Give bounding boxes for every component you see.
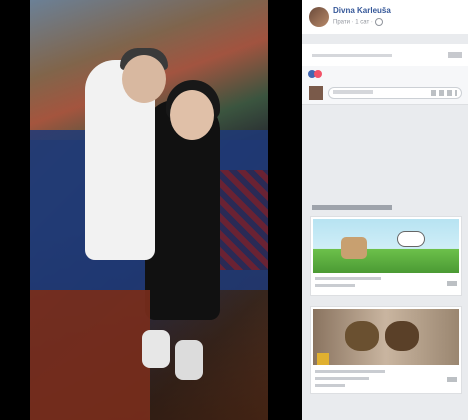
food-image bbox=[345, 321, 379, 351]
comment-placeholder bbox=[333, 90, 373, 94]
white-sneaker bbox=[142, 330, 170, 368]
white-sneaker bbox=[175, 340, 203, 380]
table-with-glasses bbox=[30, 290, 150, 420]
page-logo bbox=[317, 353, 329, 365]
comment-composer bbox=[302, 82, 468, 105]
card-action-button[interactable] bbox=[447, 281, 457, 286]
food-image bbox=[385, 321, 419, 351]
comment-attachment-icons[interactable] bbox=[431, 90, 457, 96]
post-header: Divna Karleuša Прати · 1 сат · bbox=[302, 0, 468, 34]
cartoon-cow-image bbox=[341, 237, 367, 259]
card-subtitle bbox=[315, 284, 355, 287]
card-thumbnail[interactable] bbox=[313, 219, 459, 273]
love-reaction-icon bbox=[314, 70, 322, 78]
share-button[interactable] bbox=[448, 52, 462, 58]
person-face bbox=[170, 90, 214, 140]
card-subtitle bbox=[315, 384, 345, 387]
post-action-bar bbox=[302, 44, 468, 67]
card-thumbnail[interactable] bbox=[313, 309, 459, 365]
post-meta: Прати · 1 сат · bbox=[333, 18, 383, 26]
post-side-panel: Divna Karleuša Прати · 1 сат · bbox=[302, 0, 468, 420]
card-subtitle bbox=[315, 377, 369, 380]
suggested-section-title bbox=[312, 205, 392, 210]
reaction-summary[interactable] bbox=[302, 66, 468, 83]
person-face bbox=[122, 55, 166, 103]
photo-viewer bbox=[0, 0, 302, 420]
card-action-button[interactable] bbox=[447, 377, 457, 382]
card-title bbox=[315, 277, 381, 280]
author-name[interactable]: Divna Karleuša bbox=[333, 6, 391, 15]
suggested-card[interactable] bbox=[310, 216, 462, 296]
viewer-avatar bbox=[309, 86, 323, 100]
comment-input[interactable] bbox=[328, 87, 462, 99]
post-timestamp[interactable]: Прати · 1 сат · bbox=[333, 20, 373, 26]
speech-bubble bbox=[397, 231, 425, 247]
plaid-shirt-person bbox=[218, 170, 268, 270]
globe-icon bbox=[374, 18, 383, 26]
card-title bbox=[315, 370, 385, 373]
author-avatar[interactable] bbox=[309, 7, 329, 27]
suggested-card[interactable] bbox=[310, 306, 462, 394]
post-photo[interactable] bbox=[30, 0, 268, 420]
action-buttons[interactable] bbox=[312, 54, 392, 57]
